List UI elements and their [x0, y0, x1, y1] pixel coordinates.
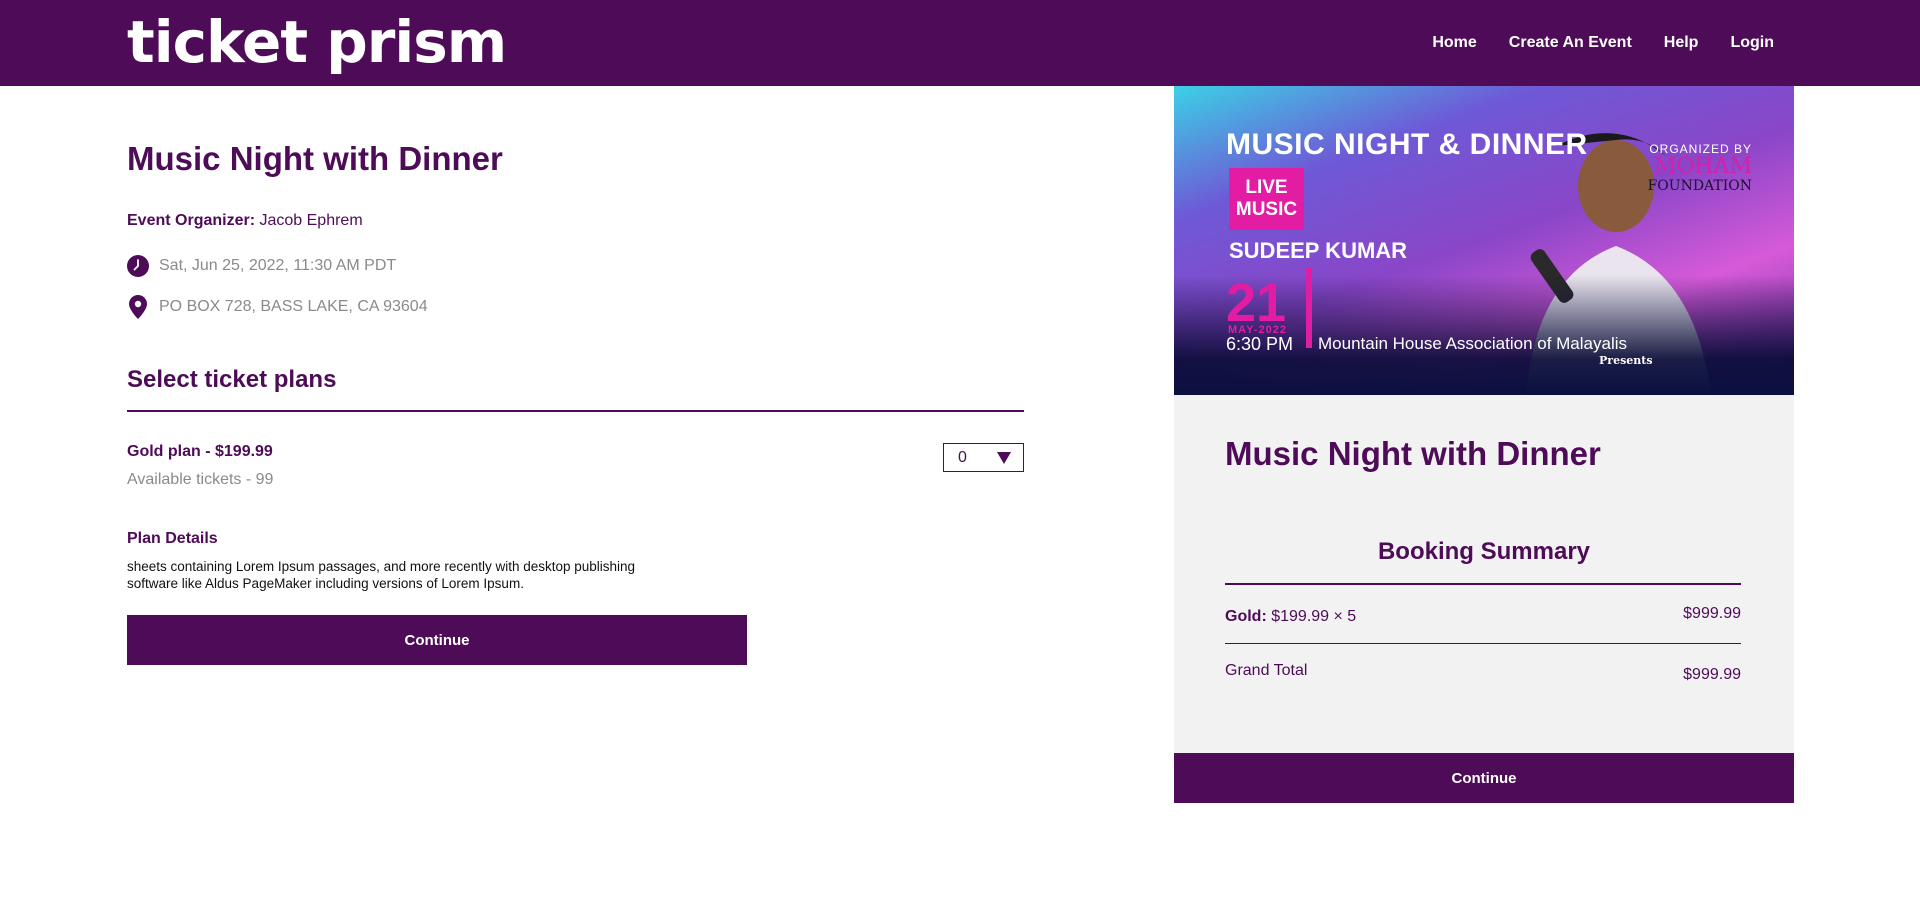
event-title: Music Night with Dinner	[127, 140, 503, 177]
event-location-row: PO BOX 728, BASS LAKE, CA 93604	[127, 295, 428, 319]
line-item-amount: $999.99	[1683, 605, 1741, 622]
poster-time: 6:30 PM	[1226, 334, 1294, 354]
summary-event-title: Music Night with Dinner	[1225, 435, 1601, 472]
site-logo[interactable]: ticket prism	[127, 6, 507, 78]
line-item-detail: $199.99 × 5	[1271, 608, 1357, 625]
top-nav-bar: ticket prism Home Create An Event Help L…	[0, 0, 1920, 86]
booking-summary-panel: Music Night with Dinner Booking Summary …	[1174, 395, 1794, 753]
caret-down-icon	[997, 451, 1011, 464]
summary-continue-button[interactable]: Continue	[1174, 753, 1794, 803]
nav-help-link[interactable]: Help	[1664, 34, 1699, 52]
organizer-name: Jacob Ephrem	[259, 212, 363, 229]
plan-name: Gold plan - $199.99	[127, 443, 273, 460]
event-datetime-row: Sat, Jun 25, 2022, 11:30 AM PDT	[127, 255, 396, 277]
booking-summary-heading: Booking Summary	[1377, 538, 1591, 565]
summary-divider-2	[1225, 643, 1741, 644]
nav-create-event-link[interactable]: Create An Event	[1509, 34, 1632, 52]
poster-org-name: MOHAM	[1653, 154, 1752, 179]
poster-day: 21	[1226, 273, 1287, 333]
ticket-plans-heading: Select ticket plans	[127, 366, 337, 393]
event-datetime: Sat, Jun 25, 2022, 11:30 AM PDT	[159, 257, 397, 274]
grand-total-label: Grand Total	[1225, 662, 1308, 679]
organizer-label: Event Organizer:	[127, 212, 256, 229]
map-pin-icon	[127, 295, 149, 319]
summary-divider	[1225, 583, 1741, 585]
section-divider	[127, 410, 1024, 412]
poster-artist: SUDEEP KUMAR	[1229, 238, 1408, 263]
ticket-quantity-select[interactable]: 0	[943, 443, 1024, 472]
plan-availability: Available tickets - 99	[127, 471, 274, 488]
poster-org-sub: FOUNDATION	[1647, 178, 1752, 194]
continue-button[interactable]: Continue	[127, 615, 747, 665]
poster-date-bar	[1306, 268, 1312, 348]
poster-title: MUSIC NIGHT & DINNER	[1226, 128, 1588, 161]
event-location: PO BOX 728, BASS LAKE, CA 93604	[159, 298, 428, 315]
main-nav: Home Create An Event Help Login	[1432, 0, 1774, 86]
event-organizer: Event Organizer: Jacob Ephrem	[127, 212, 363, 230]
event-poster-image: MUSIC NIGHT & DINNER LIVE MUSIC SUDEEP K…	[1174, 86, 1794, 395]
line-item-label: Gold:	[1225, 608, 1267, 625]
nav-login-link[interactable]: Login	[1730, 34, 1774, 52]
summary-line-item: Gold: $199.99 × 5	[1225, 608, 1356, 626]
poster-association: Mountain House Association of Malayalis	[1318, 334, 1627, 353]
quantity-value: 0	[958, 448, 967, 466]
poster-live-badge: LIVE MUSIC	[1229, 168, 1304, 230]
poster-organizer: ORGANIZED BY MOHAM FOUNDATION	[1648, 142, 1752, 194]
plan-details-heading: Plan Details	[127, 530, 218, 547]
nav-home-link[interactable]: Home	[1432, 34, 1476, 52]
clock-icon	[127, 255, 149, 277]
poster-presents: Presents	[1599, 354, 1653, 367]
grand-total-amount: $999.99	[1683, 666, 1741, 683]
plan-details-text: sheets containing Lorem Ipsum passages, …	[127, 559, 636, 591]
